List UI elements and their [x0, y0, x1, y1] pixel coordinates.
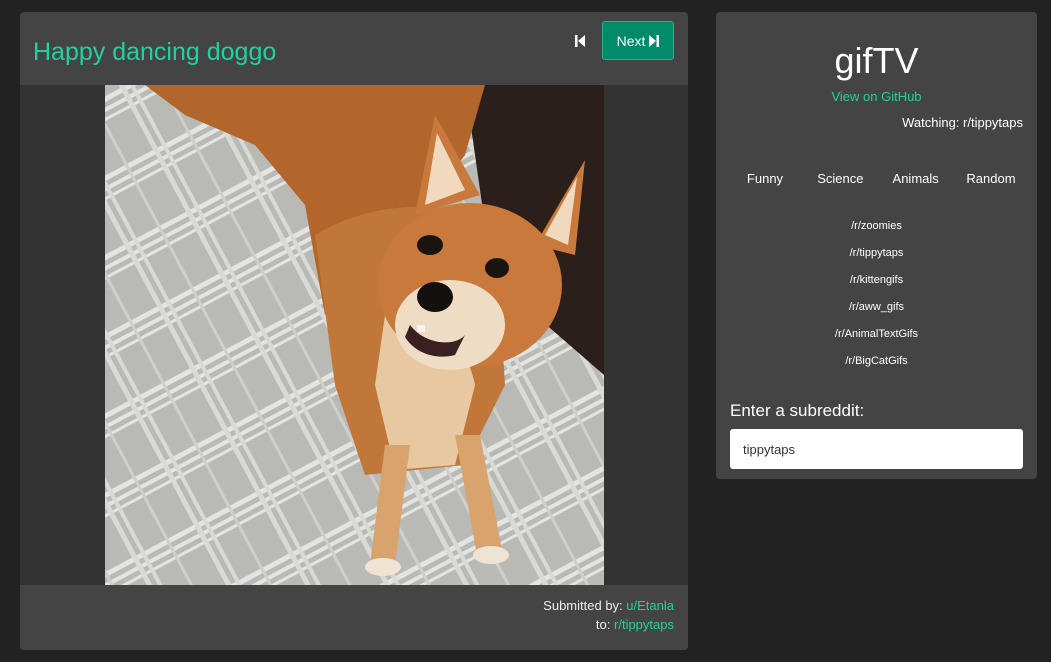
category-tabs: Funny Science Animals Random [730, 169, 1026, 188]
subreddit-item-aww-gifs[interactable]: /r/aww_gifs [716, 300, 1037, 327]
author-link[interactable]: u/Etanla [626, 598, 674, 613]
viewer-footer: Submitted by: u/Etanla to: r/tippytaps [20, 585, 688, 650]
gif-title: Happy dancing doggo [33, 38, 277, 66]
control-panel: gifTV View on GitHub Watching: r/tippyta… [716, 12, 1037, 479]
tab-funny[interactable]: Funny [730, 169, 800, 188]
next-button[interactable]: Next [602, 21, 674, 60]
gif-viewer: Happy dancing doggo Next Submitted by: u… [20, 12, 688, 650]
viewer-header: Happy dancing doggo Next [20, 12, 688, 85]
subreddit-item-bigcatgifs[interactable]: /r/BigCatGifs [716, 354, 1037, 381]
skip-forward-icon [649, 34, 660, 47]
subreddit-item-tippytaps[interactable]: /r/tippytaps [716, 246, 1037, 273]
tab-random[interactable]: Random [956, 169, 1026, 188]
submitted-by-label: Submitted by: [543, 598, 623, 613]
skip-back-icon [575, 35, 585, 47]
subreddit-list: /r/zoomies /r/tippytaps /r/kittengifs /r… [716, 219, 1037, 381]
subreddit-link[interactable]: r/tippytaps [614, 617, 674, 632]
tab-animals[interactable]: Animals [881, 169, 951, 188]
subreddit-item-zoomies[interactable]: /r/zoomies [716, 219, 1037, 246]
subreddit-input[interactable] [730, 429, 1023, 469]
submitted-to-label: to: [595, 617, 611, 632]
gif-image [105, 85, 604, 585]
subreddit-item-animaltextgifs[interactable]: /r/AnimalTextGifs [716, 327, 1037, 354]
previous-button[interactable] [570, 30, 590, 52]
subreddit-item-kittengifs[interactable]: /r/kittengifs [716, 273, 1037, 300]
app-title: gifTV [834, 40, 919, 81]
next-button-label: Next [616, 32, 646, 49]
submitted-by: Submitted by: u/Etanla [543, 598, 674, 613]
github-link[interactable]: View on GitHub [716, 89, 1037, 104]
tab-science[interactable]: Science [805, 169, 875, 188]
submitted-to: to: r/tippytaps [596, 617, 674, 632]
media-area [20, 85, 688, 585]
subreddit-input-label: Enter a subreddit: [730, 401, 865, 420]
watching-status: Watching: r/tippytaps [902, 115, 1023, 130]
